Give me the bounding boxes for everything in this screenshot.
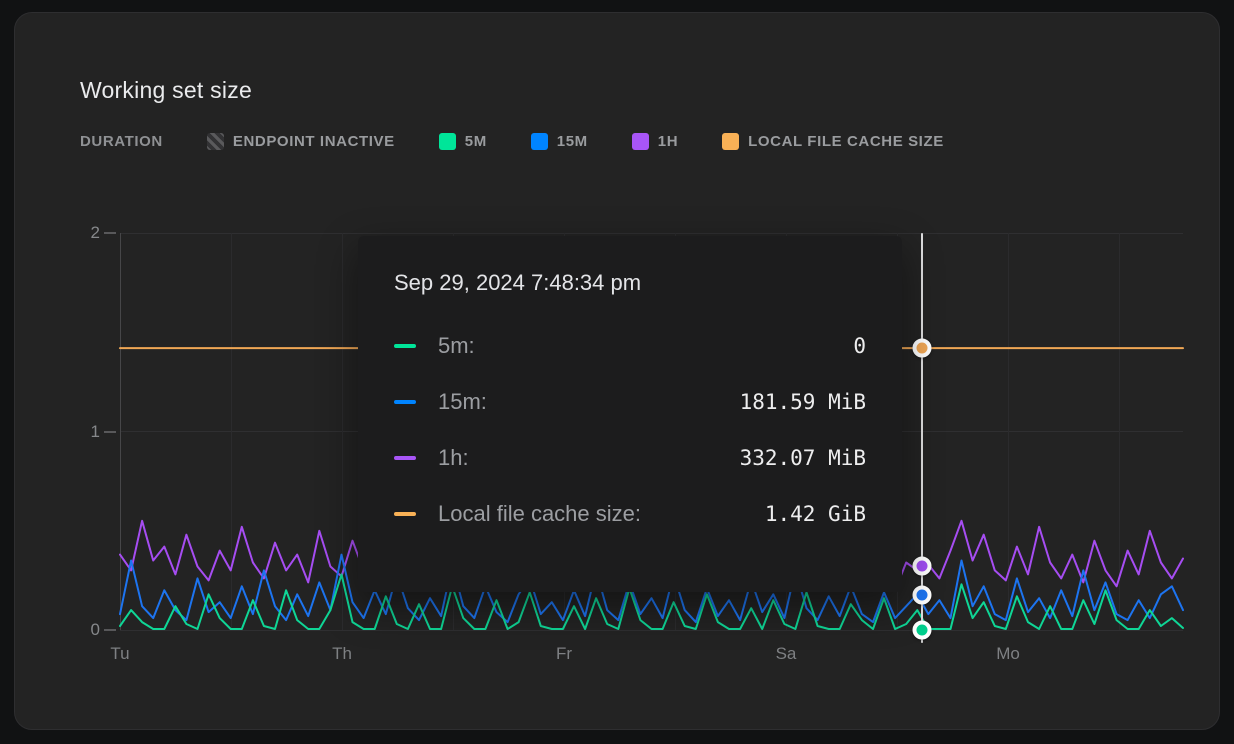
- tooltip-row-label: 1h:: [438, 445, 740, 471]
- tooltip-timestamp: Sep 29, 2024 7:48:34 pm: [394, 270, 866, 296]
- legend-duration-label: DURATION: [80, 133, 163, 150]
- legend-item-5m[interactable]: 5M: [439, 133, 487, 150]
- hover-point-local-file-cache-size: [913, 339, 932, 358]
- x-tick-label: Tu: [90, 644, 150, 664]
- blue-swatch-icon: [531, 133, 548, 150]
- legend-item-label: 1H: [658, 133, 678, 150]
- tooltip-row-local-file-cache-size: Local file cache size: 1.42 GiB: [394, 486, 866, 542]
- tooltip-row-label: 15m:: [438, 389, 740, 415]
- hover-point-5m: [913, 621, 932, 640]
- chart-legend: DURATION ENDPOINT INACTIVE 5M 15M 1H LOC…: [80, 129, 944, 153]
- tooltip-row-value: 0: [853, 334, 866, 358]
- x-tick-label: Th: [312, 644, 372, 664]
- tooltip-row-label: 5m:: [438, 333, 853, 359]
- y-tick-label: 1: [68, 422, 100, 442]
- legend-item-label: 15M: [557, 133, 588, 150]
- orange-line-icon: [394, 512, 416, 516]
- legend-item-label: LOCAL FILE CACHE SIZE: [748, 133, 944, 150]
- legend-item-label: 5M: [465, 133, 487, 150]
- legend-item-label: ENDPOINT INACTIVE: [233, 133, 395, 150]
- tooltip-row-value: 181.59 MiB: [740, 390, 866, 414]
- tooltip-row-15m: 15m: 181.59 MiB: [394, 374, 866, 430]
- y-tick-mark: [104, 232, 116, 234]
- hatch-swatch-icon: [207, 133, 224, 150]
- tooltip-row-1h: 1h: 332.07 MiB: [394, 430, 866, 486]
- y-tick-label: 0: [68, 620, 100, 640]
- purple-line-icon: [394, 456, 416, 460]
- tooltip-row-label: Local file cache size:: [438, 501, 765, 527]
- hover-point-15m: [913, 585, 932, 604]
- x-tick-label: Sa: [756, 644, 816, 664]
- y-tick-mark: [104, 431, 116, 433]
- tooltip-row-value: 332.07 MiB: [740, 446, 866, 470]
- legend-item-15m[interactable]: 15M: [531, 133, 588, 150]
- x-tick-label: Mo: [978, 644, 1038, 664]
- hover-point-1h: [913, 556, 932, 575]
- blue-line-icon: [394, 400, 416, 404]
- chart-tooltip: Sep 29, 2024 7:48:34 pm 5m: 0 15m: 181.5…: [358, 236, 902, 592]
- hover-crosshair-line: [921, 233, 923, 643]
- green-line-icon: [394, 344, 416, 348]
- y-tick-mark: [104, 629, 116, 631]
- panel-title: Working set size: [80, 77, 252, 104]
- tooltip-row-5m: 5m: 0: [394, 318, 866, 374]
- x-tick-label: Fr: [534, 644, 594, 664]
- orange-swatch-icon: [722, 133, 739, 150]
- y-tick-label: 2: [68, 223, 100, 243]
- working-set-size-panel: Working set size DURATION ENDPOINT INACT…: [14, 12, 1220, 730]
- legend-item-endpoint-inactive[interactable]: ENDPOINT INACTIVE: [207, 133, 395, 150]
- green-swatch-icon: [439, 133, 456, 150]
- purple-swatch-icon: [632, 133, 649, 150]
- legend-item-1h[interactable]: 1H: [632, 133, 678, 150]
- tooltip-row-value: 1.42 GiB: [765, 502, 866, 526]
- legend-item-local-file-cache-size[interactable]: LOCAL FILE CACHE SIZE: [722, 133, 944, 150]
